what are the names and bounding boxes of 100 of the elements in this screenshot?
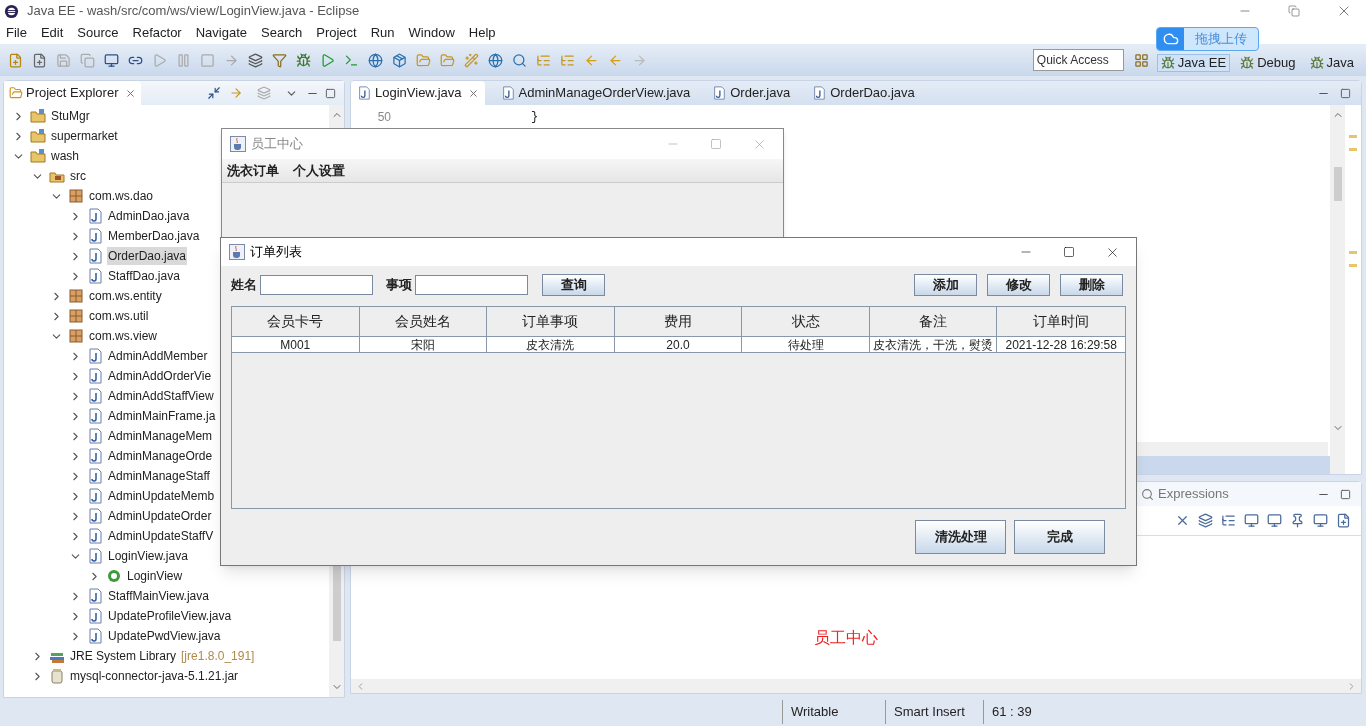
menu-item[interactable]: Refactor — [132, 23, 182, 43]
tree-item[interactable]: StaffMainView.java — [107, 587, 210, 605]
run-icon[interactable] — [320, 52, 335, 68]
tree-item[interactable]: StaffDao.java — [107, 267, 181, 285]
tree-item[interactable]: JRE System Library — [69, 647, 178, 665]
java-file-icon — [87, 348, 103, 364]
column-header[interactable]: 订单时间 — [997, 307, 1125, 336]
maximize-icon[interactable] — [325, 87, 336, 99]
menu-item[interactable]: Run — [370, 23, 395, 43]
new-item-icon[interactable] — [32, 52, 47, 68]
world-icon[interactable] — [488, 52, 503, 68]
layers-icon[interactable] — [248, 52, 263, 68]
monitor-icon[interactable] — [1244, 513, 1259, 528]
remove-icon[interactable] — [1175, 513, 1190, 528]
window-title: 员工中心 — [251, 135, 303, 154]
search-icon[interactable] — [512, 52, 527, 68]
column-header[interactable]: 备注 — [869, 307, 998, 336]
tree-item[interactable]: com.ws.view — [88, 327, 158, 345]
tree-item[interactable]: MemberDao.java — [107, 227, 201, 245]
tree-item[interactable]: com.ws.util — [88, 307, 150, 325]
tree-item[interactable]: AdminManageMem — [107, 427, 214, 445]
tree-item[interactable]: AdminAddOrderVie — [107, 367, 213, 385]
editor-tab[interactable]: Order.java — [706, 81, 797, 105]
menu-item[interactable]: Window — [408, 23, 455, 43]
editor-tab[interactable]: OrderDao.java — [806, 81, 921, 105]
status-field: 61 : 39 — [983, 700, 1073, 724]
column-header[interactable]: 费用 — [614, 307, 743, 336]
action-button[interactable]: 删除 — [1060, 274, 1123, 296]
tree-item[interactable]: com.ws.dao — [88, 187, 155, 205]
explorer-tab[interactable]: Project Explorer — [4, 81, 142, 105]
tree-item[interactable]: StuMgr — [50, 107, 91, 125]
column-header[interactable]: 会员卡号 — [232, 307, 360, 336]
action-button[interactable]: 完成 — [1014, 520, 1105, 554]
menu-item[interactable]: Edit — [40, 23, 64, 43]
tree-item[interactable]: AdminManageStaff — [107, 467, 211, 485]
tree-item[interactable]: AdminMainFrame.ja — [107, 407, 217, 425]
java-file-icon — [712, 86, 727, 100]
perspective-button[interactable]: Java EE — [1156, 54, 1231, 72]
package-icon[interactable] — [392, 52, 407, 68]
filter-icon[interactable] — [272, 52, 287, 68]
tree-item[interactable]: mysql-connector-java-5.1.21.jar — [69, 667, 240, 685]
tree-item[interactable]: wash — [50, 147, 80, 165]
tree-item[interactable]: supermarket — [50, 127, 119, 145]
expressions-tab[interactable]: Expressions — [1141, 484, 1229, 504]
action-button[interactable]: 添加 — [914, 274, 977, 296]
menu-item[interactable]: 个人设置 — [293, 160, 345, 181]
preview-label: 员工中心 — [814, 627, 878, 648]
tree-item[interactable]: LoginView.java — [107, 547, 189, 565]
new-file-icon[interactable] — [8, 52, 23, 68]
editor-tab[interactable]: LoginView.java — [351, 81, 485, 105]
close-icon[interactable] — [467, 87, 479, 99]
tree-item[interactable]: AdminAddMember — [107, 347, 209, 365]
tree-item[interactable]: src — [69, 167, 87, 185]
globe-icon[interactable] — [368, 52, 383, 68]
close-icon[interactable] — [125, 87, 137, 99]
action-button[interactable]: 修改 — [987, 274, 1050, 296]
tree-item[interactable]: AdminUpdateStaffV — [107, 527, 215, 545]
tree-item[interactable]: AdminManageOrde — [107, 447, 214, 465]
text-field[interactable] — [260, 275, 373, 295]
maximize-icon[interactable] — [1340, 87, 1351, 99]
open-perspective-icon[interactable] — [1133, 52, 1149, 68]
tree-item[interactable]: UpdatePwdView.java — [107, 627, 222, 645]
menu-item[interactable]: Search — [261, 23, 303, 43]
menu-item[interactable]: Source — [77, 23, 119, 43]
menu-item[interactable]: Navigate — [195, 23, 247, 43]
editor-tab[interactable]: AdminManageOrderView.java — [494, 81, 697, 105]
menu-item[interactable]: Project — [316, 23, 357, 43]
pin-icon[interactable] — [1290, 513, 1305, 528]
maximize-icon[interactable] — [1063, 246, 1075, 258]
column-header[interactable]: 状态 — [742, 307, 870, 336]
maximize-icon[interactable] — [1340, 488, 1351, 500]
search-button[interactable]: 查询 — [542, 274, 605, 296]
column-header[interactable]: 会员姓名 — [359, 307, 488, 336]
terminal-icon[interactable] — [344, 52, 359, 68]
tree-item[interactable]: com.ws.entity — [88, 287, 163, 305]
tree-item[interactable]: UpdateProfileView.java — [107, 607, 233, 625]
menu-item[interactable]: Help — [468, 23, 496, 43]
list-icon[interactable] — [1221, 513, 1236, 528]
monitor-icon[interactable] — [104, 52, 119, 68]
column-header[interactable]: 订单事项 — [487, 307, 615, 336]
tree-item[interactable]: AdminUpdateOrder — [107, 507, 213, 525]
menu-item[interactable]: 洗衣订单 — [227, 160, 279, 181]
collapse-all-icon[interactable] — [207, 86, 221, 100]
tree-item[interactable]: AdminDao.java — [107, 207, 191, 225]
restore-icon[interactable] — [1288, 5, 1300, 17]
display-icon[interactable] — [1313, 513, 1328, 528]
perspective-button[interactable]: Java — [1305, 54, 1358, 72]
bug-icon[interactable] — [296, 52, 311, 68]
tree-item[interactable]: OrderDao.java — [107, 247, 188, 265]
quick-access-field[interactable]: Quick Access — [1032, 49, 1124, 71]
text-field[interactable] — [415, 275, 528, 295]
table-cell: 皮衣清洗 — [487, 337, 615, 352]
tree-item[interactable]: LoginView — [126, 567, 184, 585]
tree-item[interactable]: AdminAddStaffView — [107, 387, 215, 405]
scrollbar-thumb[interactable] — [1333, 167, 1342, 201]
new-view-icon[interactable] — [1336, 513, 1351, 528]
perspective-button[interactable]: Debug — [1236, 54, 1300, 72]
menu-item[interactable]: File — [6, 23, 27, 43]
action-button[interactable]: 清洗处理 — [915, 520, 1006, 554]
tree-item[interactable]: AdminUpdateMemb — [107, 487, 216, 505]
